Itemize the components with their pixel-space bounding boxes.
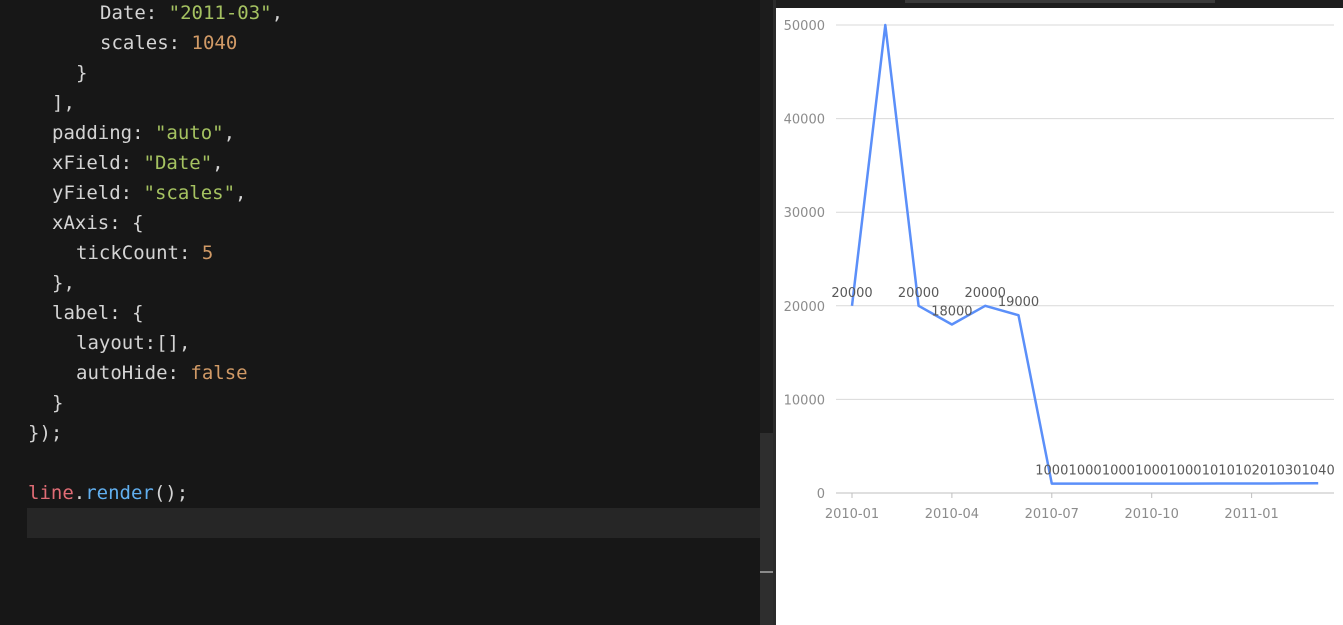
data-label: 1000 <box>1035 464 1068 479</box>
code-token: layout <box>76 332 145 354</box>
preview-pane: 0 10000 20000 30000 40000 50000 2010-01 2010-04… <box>776 8 1343 625</box>
code-line[interactable]: layout:[], <box>76 328 190 358</box>
code-token: line <box>28 482 74 504</box>
code-token: } <box>52 392 64 414</box>
code-line[interactable]: }); <box>28 418 62 448</box>
data-label: 20000 <box>831 286 872 301</box>
code-token: scales <box>100 32 169 54</box>
x-tick-label: 2010-10 <box>1125 507 1179 522</box>
current-line-highlight <box>27 508 760 538</box>
code-token: tickCount <box>76 242 179 264</box>
data-label: 1020 <box>1235 463 1268 478</box>
code-token: (); <box>153 482 189 504</box>
code-token: 1040 <box>191 32 238 54</box>
code-line[interactable]: } <box>76 58 87 88</box>
code-token: : <box>145 2 169 24</box>
code-token: : <box>178 242 202 264</box>
code-token: xField <box>52 152 121 174</box>
data-label: 18000 <box>931 305 972 320</box>
code-token: : <box>120 152 144 174</box>
code-token: . <box>73 482 86 504</box>
data-label: 1000 <box>1135 464 1168 479</box>
code-token: render <box>85 482 154 504</box>
code-token: , <box>212 152 224 174</box>
code-token: autoHide <box>76 362 168 384</box>
code-token: "Date" <box>143 152 213 174</box>
data-label: 19000 <box>998 295 1039 310</box>
code-token: padding <box>52 122 133 144</box>
editor-scrollbar-thumb[interactable] <box>760 433 773 625</box>
y-tick-label: 30000 <box>784 206 825 221</box>
code-token: , <box>271 2 284 24</box>
code-line[interactable]: label: { <box>52 298 144 328</box>
code-line[interactable]: }, <box>52 268 75 298</box>
data-label: 20000 <box>898 286 939 301</box>
y-tick-label: 50000 <box>784 19 825 34</box>
code-token: ], <box>52 92 75 114</box>
code-token: }, <box>52 272 75 294</box>
code-token: : { <box>109 212 144 234</box>
y-tick-label: 40000 <box>784 113 825 128</box>
code-token: "scales" <box>143 182 236 204</box>
data-label: 1040 <box>1302 463 1335 478</box>
code-token: "auto" <box>154 122 224 144</box>
code-token: : <box>132 122 155 144</box>
code-line[interactable]: yField: "scales", <box>52 178 247 208</box>
line-chart: 0 10000 20000 30000 40000 50000 2010-01 2010-04… <box>784 19 1335 522</box>
code-token: "2011-03" <box>168 2 272 24</box>
code-line[interactable]: xField: "Date", <box>52 148 224 178</box>
code-token: :[], <box>144 332 191 354</box>
code-line[interactable]: } <box>52 388 63 418</box>
code-token: : <box>120 182 144 204</box>
code-line[interactable]: xAxis: { <box>52 208 144 238</box>
code-line[interactable]: ], <box>52 88 75 118</box>
code-token: : { <box>109 302 144 324</box>
code-editor[interactable]: Date: "2011-03", scales: 1040}], padding: … <box>0 0 760 625</box>
x-tick-label: 2010-04 <box>925 507 979 522</box>
code-line[interactable]: padding: "auto", <box>52 118 235 148</box>
code-token: xAxis <box>52 212 110 234</box>
code-token: } <box>76 62 88 84</box>
y-tick-label: 10000 <box>784 393 825 408</box>
code-line[interactable]: tickCount: 5 <box>76 238 213 268</box>
code-token: , <box>223 122 236 144</box>
y-tick-label: 20000 <box>784 300 825 315</box>
code-line[interactable]: autoHide: false <box>76 358 248 388</box>
x-tick-label: 2010-01 <box>825 507 879 522</box>
code-token: Date <box>100 2 146 24</box>
code-line[interactable]: Date: "2011-03", <box>100 0 283 28</box>
code-token: false <box>190 362 248 384</box>
code-token: : <box>167 362 191 384</box>
code-token: : <box>168 32 192 54</box>
code-token: }); <box>28 422 63 444</box>
x-tick-label: 2011-01 <box>1224 507 1278 522</box>
data-label: 1010 <box>1202 464 1235 479</box>
code-token: , <box>235 182 247 204</box>
data-label: 1000 <box>1069 464 1102 479</box>
data-label: 1000 <box>1168 464 1201 479</box>
data-label: 1030 <box>1268 463 1301 478</box>
y-tick-label: 0 <box>817 487 825 502</box>
x-tick-label: 2010-07 <box>1025 507 1079 522</box>
code-line[interactable]: line.render(); <box>28 478 188 508</box>
preview-topbar-tab[interactable] <box>905 0 1215 3</box>
code-token: label <box>52 302 110 324</box>
editor-scrollbar-marker <box>760 571 773 573</box>
code-token: yField <box>52 182 121 204</box>
data-label: 1000 <box>1102 464 1135 479</box>
series-line <box>850 23 1319 485</box>
code-token: 5 <box>201 242 214 264</box>
code-line[interactable]: scales: 1040 <box>100 28 237 58</box>
